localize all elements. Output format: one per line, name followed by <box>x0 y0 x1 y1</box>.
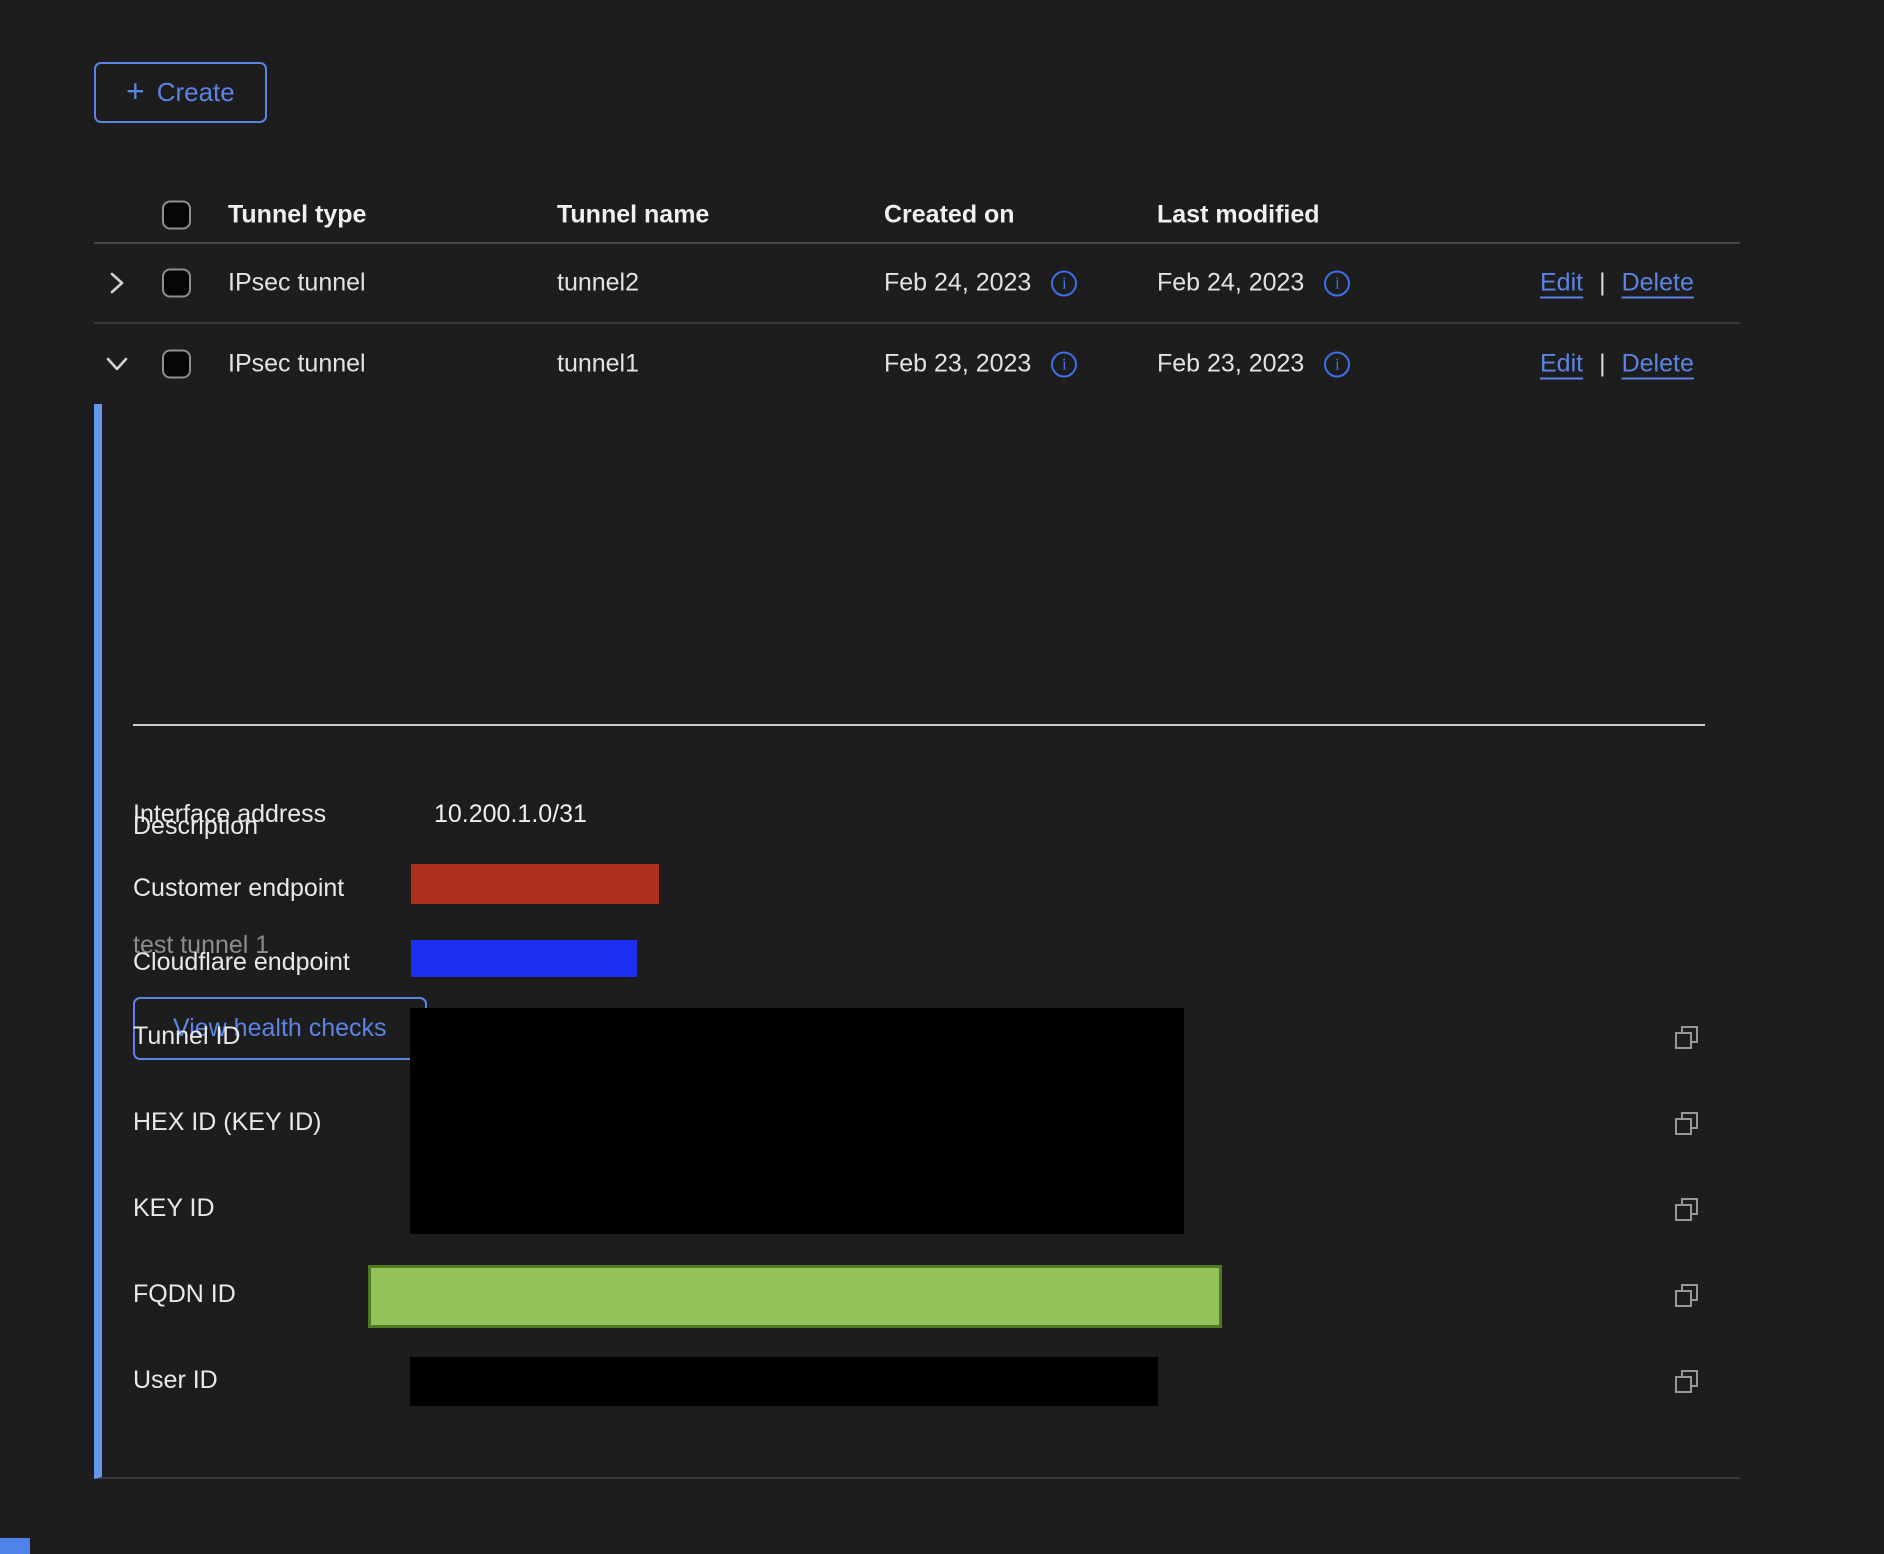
copy-icon[interactable] <box>1672 1367 1702 1397</box>
copy-icon[interactable] <box>1672 1195 1702 1225</box>
tunnel-type-value: IPsec tunnel <box>228 350 366 379</box>
tunnel-type-value: IPsec tunnel <box>228 269 366 298</box>
table-row: IPsec tunnel tunnel1 Feb 23, 2023 i Feb … <box>94 324 1740 404</box>
interface-address-value: 10.200.1.0/31 <box>434 800 587 829</box>
delete-link[interactable]: Delete <box>1622 269 1694 298</box>
tunnel-id-label: Tunnel ID <box>133 1022 240 1051</box>
tunnels-table: Tunnel type Tunnel name Created on Last … <box>94 188 1740 404</box>
user-id-label: User ID <box>133 1366 218 1395</box>
tunnel-name-value: tunnel2 <box>557 269 639 298</box>
customer-endpoint-redacted-value <box>411 864 659 904</box>
fqdn-id-label: FQDN ID <box>133 1280 236 1309</box>
table-header-row: Tunnel type Tunnel name Created on Last … <box>94 188 1740 244</box>
select-row-checkbox[interactable] <box>162 350 191 379</box>
key-id-label: KEY ID <box>133 1194 215 1223</box>
edit-link[interactable]: Edit <box>1540 350 1583 379</box>
user-id-redacted-value <box>410 1357 1158 1406</box>
last-modified-value: Feb 24, 2023 <box>1157 269 1304 298</box>
action-separator: | <box>1599 350 1606 379</box>
copy-icon[interactable] <box>1672 1023 1702 1053</box>
chevron-down-icon[interactable] <box>100 347 134 381</box>
select-row-checkbox[interactable] <box>162 269 191 298</box>
tunnel-name-value: tunnel1 <box>557 350 639 379</box>
last-modified-value: Feb 23, 2023 <box>1157 350 1304 379</box>
info-icon[interactable]: i <box>1051 351 1077 377</box>
info-icon[interactable]: i <box>1324 270 1350 296</box>
header-last-modified: Last modified <box>1157 201 1320 230</box>
create-button-label: Create <box>157 77 235 108</box>
action-separator: | <box>1599 269 1606 298</box>
cloudflare-endpoint-redacted-value <box>411 940 637 977</box>
hex-id-label: HEX ID (KEY ID) <box>133 1108 321 1137</box>
scroll-accent-strip <box>0 1538 30 1554</box>
create-button[interactable]: + Create <box>94 62 267 123</box>
cloudflare-endpoint-label: Cloudflare endpoint <box>133 948 350 977</box>
header-tunnel-type: Tunnel type <box>228 201 366 230</box>
interface-address-label: Interface address <box>133 800 326 829</box>
tunnel-detail-panel: Description test tunnel 1 View health ch… <box>94 404 1740 1479</box>
plus-icon: + <box>126 75 145 107</box>
delete-link[interactable]: Delete <box>1622 350 1694 379</box>
copy-icon[interactable] <box>1672 1281 1702 1311</box>
info-icon[interactable]: i <box>1051 270 1077 296</box>
table-row: IPsec tunnel tunnel2 Feb 24, 2023 i Feb … <box>94 244 1740 324</box>
edit-link[interactable]: Edit <box>1540 269 1583 298</box>
created-on-value: Feb 24, 2023 <box>884 269 1031 298</box>
section-divider <box>133 724 1705 726</box>
select-all-checkbox[interactable] <box>162 201 191 230</box>
info-icon[interactable]: i <box>1324 351 1350 377</box>
tunnels-page: + Create Tunnel type Tunnel name Created… <box>0 0 1884 1554</box>
fqdn-id-redacted-value <box>368 1265 1222 1328</box>
customer-endpoint-label: Customer endpoint <box>133 874 344 903</box>
header-created-on: Created on <box>884 201 1015 230</box>
copy-icon[interactable] <box>1672 1109 1702 1139</box>
created-on-value: Feb 23, 2023 <box>884 350 1031 379</box>
chevron-right-icon[interactable] <box>100 266 134 300</box>
header-tunnel-name: Tunnel name <box>557 201 709 230</box>
tunnel-ids-redacted-value <box>410 1008 1184 1234</box>
